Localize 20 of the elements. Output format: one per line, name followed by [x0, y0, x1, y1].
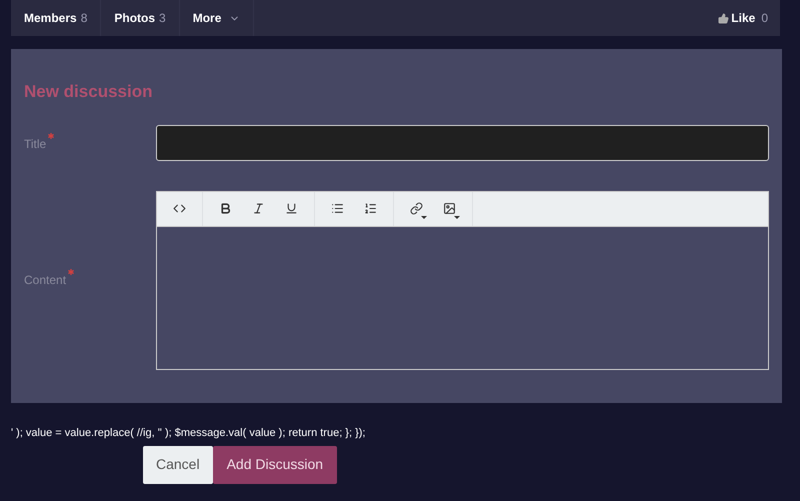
nav-tab[interactable]: Photos 3	[101, 0, 180, 36]
field-label: Title	[24, 124, 156, 160]
cancel-button[interactable]: Cancel	[143, 446, 213, 484]
field-label: Content	[24, 271, 74, 289]
link-icon	[410, 202, 423, 215]
add-discussion-button[interactable]: Add Discussion	[212, 446, 338, 484]
numbered-list-icon	[364, 202, 377, 215]
bold-icon	[218, 202, 232, 215]
title-input[interactable]	[156, 124, 769, 160]
like-button[interactable]: Like 0	[706, 0, 780, 36]
script-text: ' ); value = value.replace( //ig, '' ); $message.val( value ); return true; }; });	[11, 426, 366, 441]
italic-icon	[252, 202, 265, 215]
underline-icon	[284, 202, 298, 215]
form-heading: New discussion	[24, 81, 154, 103]
thumbs-up-icon	[718, 12, 730, 24]
code-icon	[172, 202, 186, 215]
bullet-list-icon	[330, 202, 344, 215]
nav-tab[interactable]: More	[180, 0, 254, 36]
image-icon	[442, 202, 456, 215]
nav-tab[interactable]: Members 8	[11, 0, 102, 36]
